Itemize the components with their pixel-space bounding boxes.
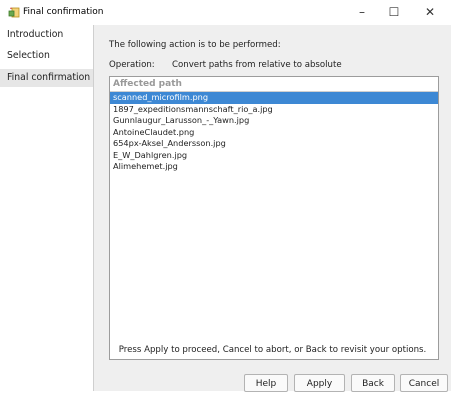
confirmation-panel: The following action is to be performed:… bbox=[94, 25, 451, 392]
intro-text: The following action is to be performed: bbox=[109, 40, 281, 50]
title-bar: Final confirmation – ☐ ✕ bbox=[0, 0, 451, 25]
list-item[interactable]: Alimehemet.jpg bbox=[110, 161, 438, 173]
wizard-steps-sidebar: Introduction Selection Final confirmatio… bbox=[0, 25, 94, 391]
cancel-button[interactable]: Cancel bbox=[400, 374, 448, 392]
affected-paths-list[interactable]: Affected path scanned_microfilm.png 1897… bbox=[109, 76, 439, 360]
list-item[interactable]: AntoineClaudet.png bbox=[110, 127, 438, 139]
operation-value: Convert paths from relative to absolute bbox=[172, 60, 342, 70]
close-button[interactable]: ✕ bbox=[419, 4, 441, 21]
sidebar-item-selection[interactable]: Selection bbox=[0, 47, 93, 65]
sidebar-item-introduction[interactable]: Introduction bbox=[0, 26, 93, 44]
wizard-icon bbox=[8, 7, 20, 18]
maximize-button[interactable]: ☐ bbox=[383, 4, 405, 21]
minimize-button[interactable]: – bbox=[351, 4, 373, 21]
instruction-hint: Press Apply to proceed, Cancel to abort,… bbox=[118, 345, 427, 355]
list-item[interactable]: E_W_Dahlgren.jpg bbox=[110, 150, 438, 162]
list-item[interactable]: scanned_microfilm.png bbox=[110, 92, 438, 104]
window-title: Final confirmation bbox=[23, 7, 104, 17]
sidebar-item-final-confirmation[interactable]: Final confirmation bbox=[0, 69, 93, 87]
back-button[interactable]: Back bbox=[351, 374, 395, 392]
operation-label: Operation: bbox=[109, 60, 155, 70]
list-item[interactable]: 1897_expeditionsmannschaft_rio_a.jpg bbox=[110, 104, 438, 116]
help-button[interactable]: Help bbox=[244, 374, 288, 392]
list-item[interactable]: 654px-Aksel_Andersson.jpg bbox=[110, 138, 438, 150]
list-header: Affected path bbox=[110, 77, 438, 92]
list-item[interactable]: Gunnlaugur_Larusson_-_Yawn.jpg bbox=[110, 115, 438, 127]
apply-button[interactable]: Apply bbox=[294, 374, 345, 392]
